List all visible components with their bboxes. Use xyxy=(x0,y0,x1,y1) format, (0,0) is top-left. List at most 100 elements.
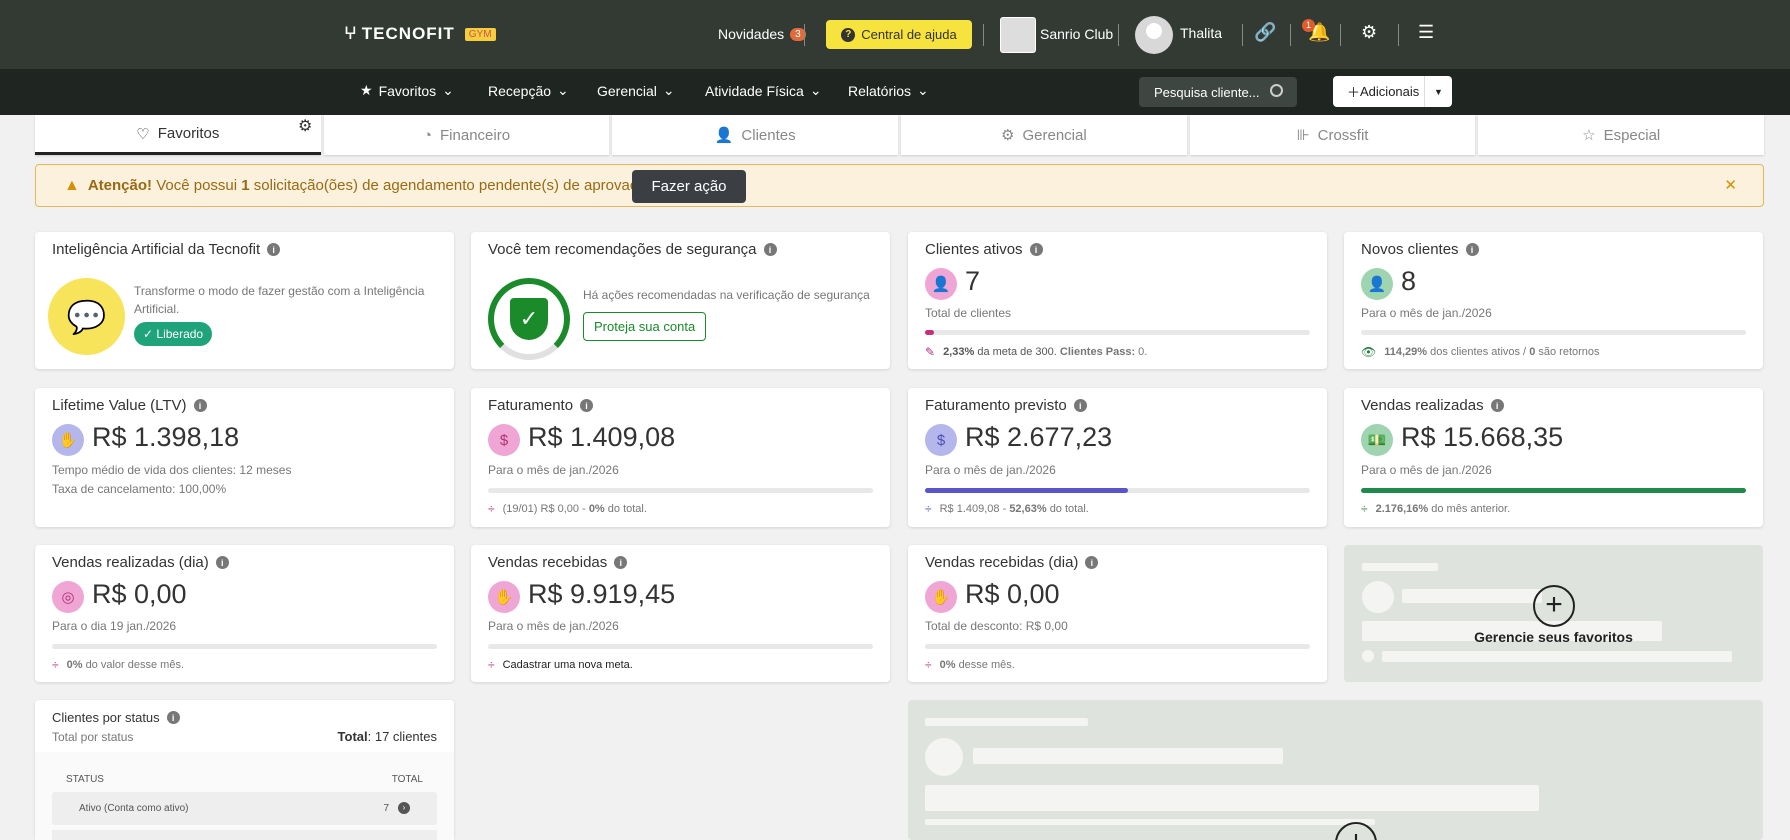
hands-icon: ✋ xyxy=(52,424,84,456)
info-icon[interactable]: i xyxy=(1465,243,1479,256)
money-bag-icon: $ xyxy=(925,424,957,456)
chevron-down-icon: ⌄ xyxy=(809,82,822,98)
divide-icon[interactable]: ÷ xyxy=(52,658,59,672)
info-icon[interactable]: i xyxy=(267,243,281,256)
manage-favorites-card[interactable]: + Gerencie seus favoritos xyxy=(1344,545,1763,682)
tab-especial[interactable]: ☆ Especial xyxy=(1478,115,1765,155)
nav-favoritos[interactable]: ★ Favoritos ⌄ xyxy=(360,82,454,99)
info-icon[interactable]: i xyxy=(1029,243,1043,256)
tab-clientes[interactable]: 👤 Clientes xyxy=(612,115,899,155)
clients-by-status-card: Clientes por status i Total por status To… xyxy=(35,700,454,840)
user-icon: 👤 xyxy=(925,268,957,300)
divide-icon[interactable]: ÷ xyxy=(925,658,932,672)
progress-bar xyxy=(925,644,1310,649)
pencil-icon[interactable]: ✎ xyxy=(925,345,935,359)
info-icon[interactable]: i xyxy=(1073,399,1087,412)
info-icon[interactable]: i xyxy=(614,556,628,569)
pending-alert: ▲ Atenção! Você possui 1 solicitação(ões… xyxy=(35,164,1764,207)
progress-bar xyxy=(925,330,1310,335)
revenue-card: Faturamento i $ R$ 1.409,08 Para o mês de… xyxy=(471,388,890,527)
daily-received-card: Vendas recebidas (dia) i ✋ R$ 0,00 Total … xyxy=(908,545,1327,682)
user-gear-icon: ⚙ xyxy=(1001,127,1015,144)
divide-icon[interactable]: ÷ xyxy=(925,502,932,516)
nav-recepcao[interactable]: Recepção ⌄ xyxy=(488,82,569,99)
progress-bar xyxy=(488,488,873,493)
shield-check-icon: ✓ xyxy=(488,278,570,360)
active-clients-card: Clientes ativos i 👤 7 Total de clientes ✎… xyxy=(908,232,1327,369)
divide-icon[interactable]: ÷ xyxy=(488,502,495,516)
new-clients-card: Novos clientes i 👤 8 Para o mês de jan./2… xyxy=(1344,232,1763,369)
cash-icon: 💵 xyxy=(1361,424,1393,456)
forecast-revenue-card: Faturamento previsto i $ R$ 2.677,23 Para… xyxy=(908,388,1327,527)
divide-icon[interactable]: ÷ xyxy=(1361,502,1368,516)
tab-settings-icon[interactable]: ⚙ xyxy=(298,116,312,136)
club-name[interactable]: Sanrio Club xyxy=(1040,26,1113,42)
coins-icon: ◎ xyxy=(52,581,84,613)
user-name[interactable]: Thalita xyxy=(1180,25,1222,41)
tab-favoritos[interactable]: ♡ Favoritos xyxy=(35,115,321,155)
sales-card: Vendas realizadas i 💵 R$ 15.668,35 Para o… xyxy=(1344,388,1763,527)
logo-icon: ⵖ xyxy=(344,24,358,43)
enabled-badge: ✓ Liberado xyxy=(134,322,213,346)
notification-badge: 1 xyxy=(1302,19,1316,32)
settings-icon[interactable]: ⚙ xyxy=(1361,22,1377,43)
plus-icon: ＋ xyxy=(1347,85,1361,100)
warning-icon: ▲ xyxy=(64,176,80,194)
info-icon[interactable]: i xyxy=(166,711,180,724)
user-icon: 👤 xyxy=(714,127,734,144)
dollar-icon: $ xyxy=(488,424,520,456)
ltv-card: Lifetime Value (LTV) i ✋ R$ 1.398,18 Temp… xyxy=(35,388,454,527)
ai-chat-icon: 💬 xyxy=(48,278,125,355)
link-icon[interactable]: 🔗 xyxy=(1254,22,1276,43)
eye-icon[interactable]: 👁 xyxy=(1361,345,1376,359)
info-icon[interactable]: i xyxy=(1490,399,1504,412)
info-icon[interactable]: i xyxy=(580,399,594,412)
task-list-icon[interactable]: ☰ xyxy=(1418,22,1434,43)
dashboard-tabs: ♡ Favoritos ◔ Financeiro 👤 Clientes ⚙ Gerenc… xyxy=(35,115,1765,155)
protect-account-button[interactable]: Proteja sua conta xyxy=(583,312,707,341)
avatar[interactable] xyxy=(1135,16,1173,54)
add-button[interactable]: ＋ Adicionais ▼ xyxy=(1333,76,1452,107)
ai-card: Inteligência Artificial da Tecnofit i 💬 T… xyxy=(35,232,454,369)
take-action-button[interactable]: Fazer ação xyxy=(632,170,746,203)
hands-icon: ✋ xyxy=(925,581,957,613)
star-icon: ★ xyxy=(360,82,373,98)
dumbbell-icon: ⊪ xyxy=(1296,127,1310,144)
progress-bar xyxy=(52,644,437,649)
novidades-link[interactable]: Novidades 3 xyxy=(718,26,806,42)
tab-financeiro[interactable]: ◔ Financeiro xyxy=(323,115,610,155)
progress-bar xyxy=(925,488,1310,493)
tecnofit-logo[interactable]: ⵖ TECNOFIT GYM xyxy=(344,24,496,44)
security-card: Você tem recomendações de segurança i ✓ H… xyxy=(471,232,890,369)
tab-crossfit[interactable]: ⊪ Crossfit xyxy=(1189,115,1476,155)
info-icon[interactable]: i xyxy=(193,399,207,412)
progress-bar xyxy=(1361,488,1746,493)
info-icon[interactable]: i xyxy=(763,243,777,256)
chevron-right-icon[interactable]: › xyxy=(398,802,410,814)
divide-icon: ÷ xyxy=(488,658,495,672)
plus-circle-icon: + xyxy=(1533,585,1575,627)
placeholder-widget: + xyxy=(908,700,1763,840)
chevron-down-icon: ⌄ xyxy=(557,82,569,98)
club-logo[interactable] xyxy=(1000,17,1036,53)
progress-bar xyxy=(488,644,873,649)
tab-gerencial[interactable]: ⚙ Gerencial xyxy=(901,115,1187,155)
chart-pie-icon: ◔ xyxy=(422,126,433,144)
help-center-button[interactable]: ? Central de ajuda xyxy=(826,20,972,49)
search-icon xyxy=(1270,84,1283,97)
nav-gerencial[interactable]: Gerencial ⌄ xyxy=(597,82,675,99)
table-row[interactable]: Ativo (Conta como ativo) 7 › xyxy=(52,792,437,825)
close-icon[interactable]: ✕ xyxy=(1724,176,1737,194)
nav-atividade-fisica[interactable]: Atividade Física ⌄ xyxy=(705,82,822,99)
info-icon[interactable]: i xyxy=(1085,556,1099,569)
chevron-down-icon: ⌄ xyxy=(442,82,454,98)
new-goal-link[interactable]: Cadastrar uma nova meta. xyxy=(503,659,633,671)
search-input[interactable]: Pesquisa cliente... xyxy=(1139,77,1297,107)
chevron-down-icon: ⌄ xyxy=(662,82,675,98)
info-icon[interactable]: i xyxy=(215,556,229,569)
chevron-down-icon[interactable]: ▼ xyxy=(1424,76,1452,107)
hand-coin-icon: ✋ xyxy=(488,581,520,613)
star-outline-icon: ☆ xyxy=(1582,127,1596,144)
daily-sales-card: Vendas realizadas (dia) i ◎ R$ 0,00 Para … xyxy=(35,545,454,682)
nav-relatorios[interactable]: Relatórios ⌄ xyxy=(848,82,929,99)
